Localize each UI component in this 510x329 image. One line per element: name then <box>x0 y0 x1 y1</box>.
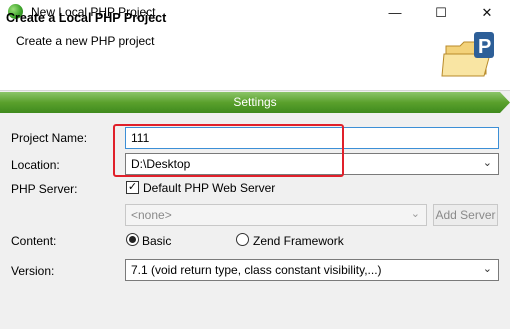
chevron-down-icon[interactable]: ⌄ <box>483 156 492 169</box>
svg-text:P: P <box>478 36 491 58</box>
version-select[interactable]: 7.1 (void return type, class constant vi… <box>125 259 499 281</box>
wizard-title: Create a Local PHP Project <box>6 11 167 25</box>
location-value: D:\Desktop <box>131 157 191 171</box>
folder-php-icon: P <box>441 32 494 77</box>
chevron-down-icon[interactable]: ⌄ <box>483 262 492 275</box>
php-server-select[interactable]: <none> ⌄ <box>125 204 427 226</box>
content-label: Content: <box>11 234 57 248</box>
add-server-button[interactable]: Add Server <box>433 204 498 226</box>
radio-selected-icon <box>129 236 136 243</box>
chevron-down-icon[interactable]: ⌄ <box>411 207 420 220</box>
minimize-button[interactable]: — <box>372 0 418 25</box>
wizard-subtitle: Create a new PHP project <box>16 34 155 48</box>
location-label: Location: <box>11 158 60 172</box>
zend-framework-radio[interactable] <box>236 233 249 246</box>
version-value: 7.1 (void return type, class constant vi… <box>131 263 382 277</box>
maximize-button[interactable]: ☐ <box>418 0 464 25</box>
default-server-checkbox[interactable]: ✓ <box>126 181 139 194</box>
php-server-label: PHP Server: <box>11 182 78 196</box>
project-name-label: Project Name: <box>11 131 88 145</box>
zend-framework-radio-label: Zend Framework <box>253 234 344 248</box>
version-label: Version: <box>11 264 55 278</box>
project-name-value: 111 <box>131 131 150 145</box>
location-combobox[interactable]: D:\Desktop ⌄ <box>125 153 499 175</box>
default-server-checkbox-label: Default PHP Web Server <box>143 181 276 195</box>
project-name-input[interactable]: 111 <box>125 127 499 149</box>
basic-radio[interactable] <box>126 233 139 246</box>
checkmark-icon: ✓ <box>127 181 138 193</box>
close-button[interactable]: ✕ <box>464 0 510 25</box>
php-server-select-value: <none> <box>131 208 172 222</box>
basic-radio-label: Basic <box>142 234 172 248</box>
settings-label: Settings <box>233 95 277 109</box>
